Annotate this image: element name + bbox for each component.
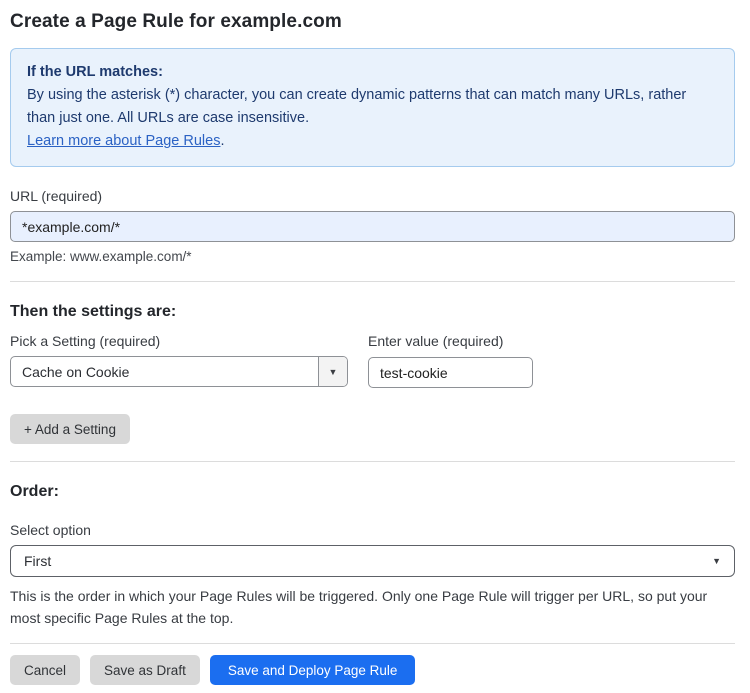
order-select[interactable]: First ▼ xyxy=(10,545,735,577)
url-field-label: URL (required) xyxy=(10,188,103,204)
info-box-heading: If the URL matches: xyxy=(27,64,163,80)
setting-select[interactable]: Cache on Cookie ▼ xyxy=(10,356,348,387)
setting-value-column: Enter value (required) xyxy=(368,333,533,388)
setting-picker-label: Pick a Setting (required) xyxy=(10,333,161,349)
url-match-info-box: If the URL matches: By using the asteris… xyxy=(10,48,735,167)
chevron-down-icon: ▼ xyxy=(712,556,721,566)
setting-value-label: Enter value (required) xyxy=(368,333,504,349)
add-setting-button[interactable]: + Add a Setting xyxy=(10,414,130,444)
footer-button-row: Cancel Save as Draft Save and Deploy Pag… xyxy=(10,655,735,685)
info-box-link-line: Learn more about Page Rules. xyxy=(27,130,718,153)
setting-picker-column: Pick a Setting (required) Cache on Cooki… xyxy=(10,333,348,387)
save-and-deploy-button[interactable]: Save and Deploy Page Rule xyxy=(209,655,416,685)
divider xyxy=(10,643,735,644)
setting-value-input[interactable] xyxy=(368,357,533,388)
cancel-button[interactable]: Cancel xyxy=(10,655,81,685)
url-input[interactable] xyxy=(10,211,735,242)
order-select-value: First xyxy=(24,553,52,569)
divider xyxy=(10,281,735,282)
chevron-down-icon: ▼ xyxy=(328,366,338,377)
page-title: Create a Page Rule for example.com xyxy=(10,11,342,32)
learn-more-link[interactable]: Learn more about Page Rules xyxy=(27,133,220,149)
info-box-body: By using the asterisk (*) character, you… xyxy=(27,87,687,126)
link-period: . xyxy=(220,133,225,149)
order-help-text: This is the order in which your Page Rul… xyxy=(10,588,708,626)
order-section-heading: Order: xyxy=(10,483,59,500)
save-as-draft-button[interactable]: Save as Draft xyxy=(90,655,200,685)
setting-select-arrow-button[interactable]: ▼ xyxy=(318,357,347,386)
setting-select-value: Cache on Cookie xyxy=(22,363,130,380)
settings-row: Pick a Setting (required) Cache on Cooki… xyxy=(10,333,735,388)
url-example-hint: Example: www.example.com/* xyxy=(10,249,192,264)
settings-section-heading: Then the settings are: xyxy=(10,303,177,320)
order-select-label: Select option xyxy=(10,522,91,538)
divider xyxy=(10,461,735,462)
